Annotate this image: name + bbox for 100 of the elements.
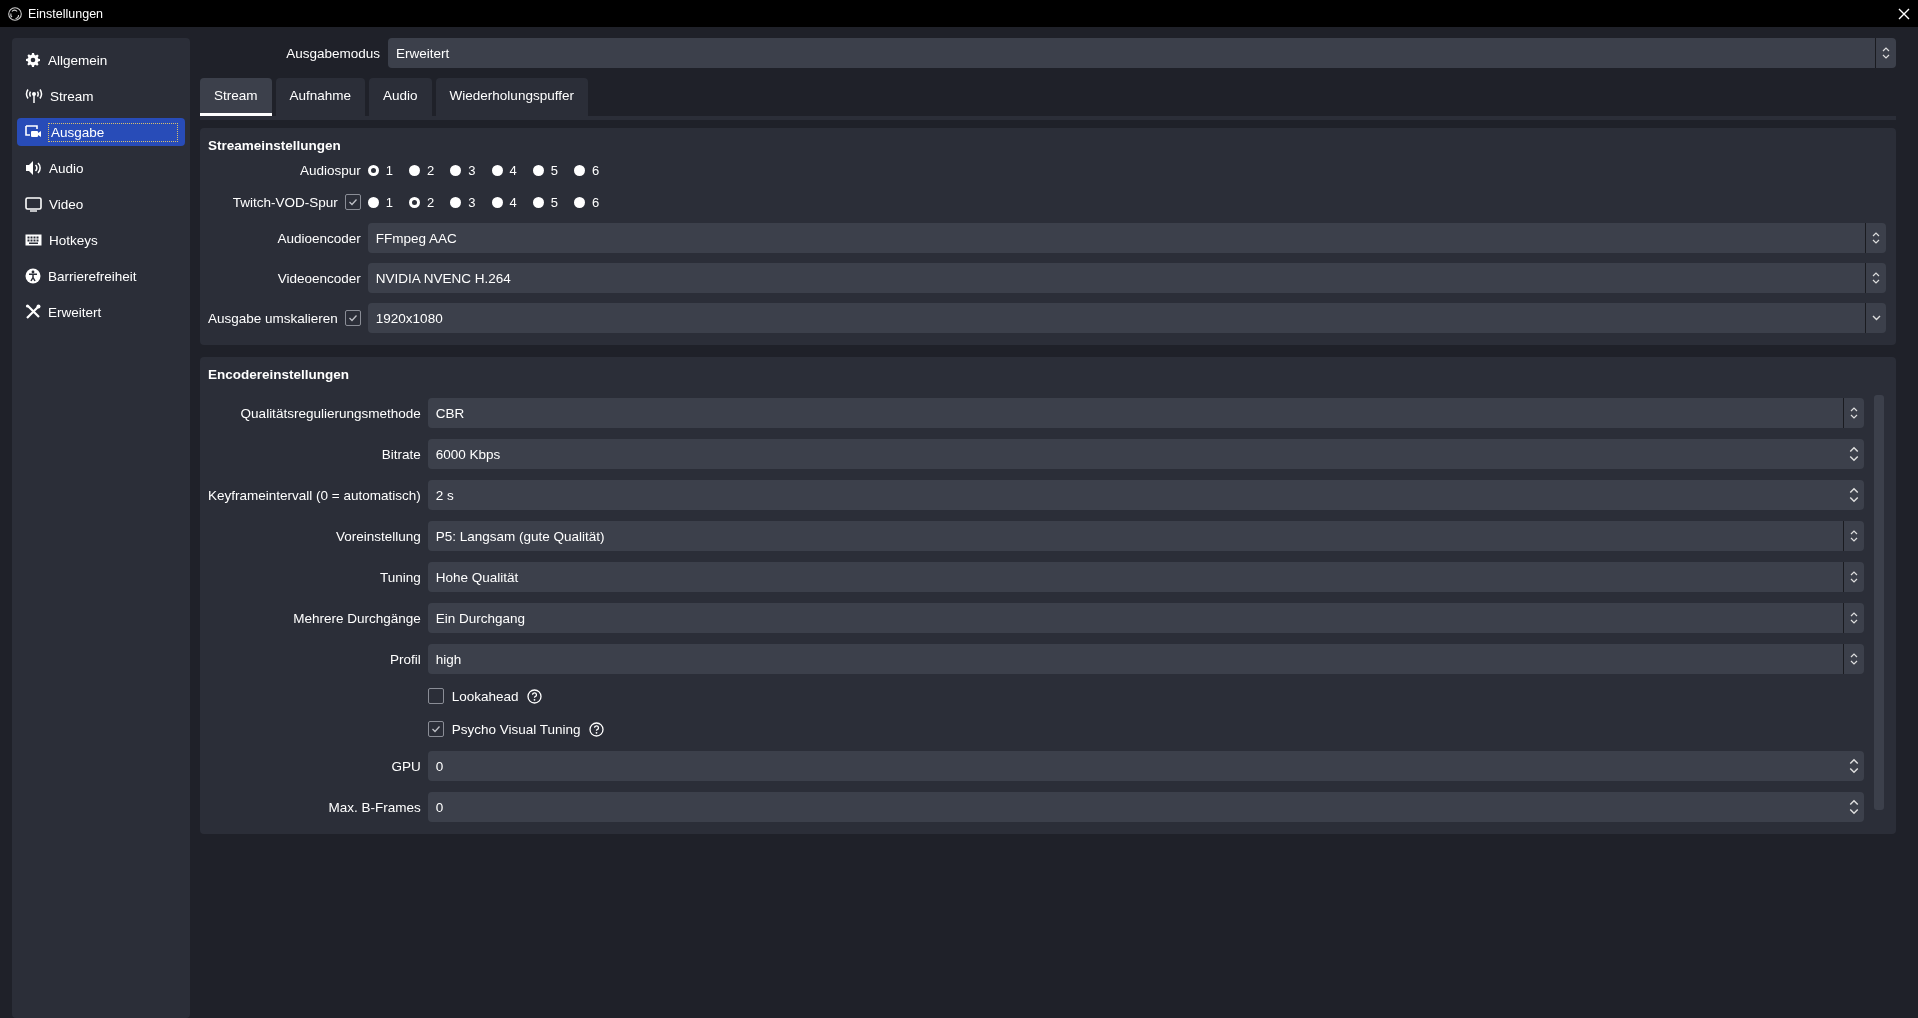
dropdown[interactable]: Hohe Qualität	[427, 562, 1864, 592]
radio-label: 5	[550, 162, 558, 178]
field-label: Mehrere Durchgänge	[293, 610, 421, 626]
antenna-icon	[25, 88, 43, 104]
app-logo-icon	[8, 6, 22, 21]
sidebar-item[interactable]: Barrierefreiheit	[17, 262, 185, 290]
field-label: Twitch-VOD-Spur	[232, 194, 338, 210]
field-label: Audioencoder	[277, 230, 361, 246]
field-label: Videoencoder	[277, 270, 361, 286]
tab[interactable]: Aufnahme	[275, 78, 366, 116]
radio-label: 4	[509, 194, 517, 210]
up-down-chevron-icon	[1882, 46, 1890, 60]
sidebar-item[interactable]: Video	[17, 190, 185, 218]
group-title: Streameinstellungen	[208, 138, 342, 153]
field-label: Keyframeintervall (0 = automatisch)	[208, 487, 421, 503]
tab[interactable]: Audio	[369, 78, 432, 116]
radio-label: 3	[468, 194, 476, 210]
chevron-down-icon	[1871, 315, 1881, 321]
radio-button[interactable]	[532, 164, 544, 176]
speaker-icon	[25, 160, 42, 176]
field-label: Ausgabemodus	[285, 45, 380, 61]
checkbox[interactable]	[344, 310, 361, 326]
field-label: Max. B-Frames	[328, 799, 421, 815]
radio-label: 4	[509, 162, 517, 178]
checkbox[interactable]	[427, 688, 444, 704]
radio-button[interactable]	[450, 164, 462, 176]
sidebar-item[interactable]: Hotkeys	[17, 226, 185, 254]
up-down-chevron-icon	[1872, 271, 1880, 285]
radio-button[interactable]	[409, 164, 421, 176]
radio-label: 6	[592, 194, 600, 210]
checkbox[interactable]	[344, 194, 361, 210]
group-title: Encodereinstellungen	[208, 367, 351, 382]
sidebar-item[interactable]: Erweitert	[17, 298, 185, 326]
help-icon	[588, 721, 604, 737]
tab[interactable]: Wiederholungspuffer	[435, 78, 588, 116]
radio-button[interactable]	[574, 164, 585, 176]
radio-button[interactable]	[532, 196, 544, 208]
dropdown[interactable]: high	[427, 644, 1864, 674]
dropdown[interactable]: P5: Langsam (gute Qualität)	[427, 521, 1864, 551]
spin-box[interactable]: 2 s	[427, 480, 1864, 510]
check-icon	[347, 197, 358, 207]
up-down-chevron-icon	[1850, 406, 1858, 420]
field-label: Profil	[389, 651, 421, 667]
spin-box[interactable]: 0	[427, 751, 1864, 781]
field-label: Qualitätsregulierungsmethode	[240, 405, 421, 421]
keyboard-icon	[25, 233, 42, 247]
field-label: Ausgabe umskalieren	[208, 310, 338, 326]
dropdown[interactable]: Ein Durchgang	[427, 603, 1864, 633]
dropdown[interactable]: NVIDIA NVENC H.264	[367, 263, 1886, 293]
field-label: Audiospur	[300, 162, 361, 178]
radio-label: 1	[385, 162, 394, 178]
close-icon[interactable]	[1898, 7, 1910, 20]
radio-label: 6	[592, 162, 600, 178]
gear-icon	[25, 52, 41, 68]
radio-button[interactable]	[409, 196, 421, 208]
radio-button[interactable]	[491, 164, 503, 176]
checkbox-label: Psycho Visual Tuning	[451, 721, 581, 737]
radio-label: 5	[550, 194, 558, 210]
dropdown[interactable]: 1920x1080	[367, 303, 1886, 333]
up-down-chevron-icon	[1849, 798, 1859, 816]
radio-button[interactable]	[450, 196, 462, 208]
radio-button[interactable]	[574, 196, 585, 208]
dropdown[interactable]: Erweitert	[388, 38, 1896, 68]
monitor-camera-icon	[25, 124, 42, 140]
up-down-chevron-icon	[1872, 231, 1880, 245]
spin-box[interactable]: 0	[427, 792, 1864, 822]
field-label: Bitrate	[381, 446, 421, 462]
tab[interactable]: Stream	[200, 78, 272, 116]
sidebar-item[interactable]: Ausgabe	[17, 118, 185, 146]
radio-button[interactable]	[367, 164, 379, 176]
radio-button[interactable]	[367, 196, 379, 208]
up-down-chevron-icon	[1850, 611, 1858, 625]
accessibility-icon	[25, 268, 41, 284]
sidebar-item[interactable]: Audio	[17, 154, 185, 182]
window-title: Einstellungen	[28, 6, 104, 21]
radio-label: 2	[427, 194, 435, 210]
radio-label: 3	[468, 162, 476, 178]
up-down-chevron-icon	[1849, 445, 1859, 463]
check-icon	[430, 724, 441, 734]
tools-icon	[25, 304, 41, 320]
dropdown[interactable]: FFmpeg AAC	[367, 223, 1886, 253]
check-icon	[347, 313, 358, 323]
up-down-chevron-icon	[1849, 757, 1859, 775]
radio-label: 1	[385, 194, 394, 210]
sidebar-item[interactable]: Allgemein	[17, 46, 185, 74]
field-label: Tuning	[379, 569, 421, 585]
up-down-chevron-icon	[1850, 570, 1858, 584]
sidebar-item[interactable]: Stream	[17, 82, 185, 110]
spin-box[interactable]: 6000 Kbps	[427, 439, 1864, 469]
field-label: GPU	[391, 758, 421, 774]
checkbox-label: Lookahead	[451, 688, 519, 704]
checkbox[interactable]	[427, 721, 444, 737]
radio-label: 2	[427, 162, 435, 178]
up-down-chevron-icon	[1849, 486, 1859, 504]
dropdown[interactable]: CBR	[427, 398, 1864, 428]
help-icon	[526, 688, 542, 704]
monitor-icon	[25, 196, 42, 212]
radio-button[interactable]	[491, 196, 503, 208]
up-down-chevron-icon	[1850, 652, 1858, 666]
field-label: Voreinstellung	[335, 528, 421, 544]
